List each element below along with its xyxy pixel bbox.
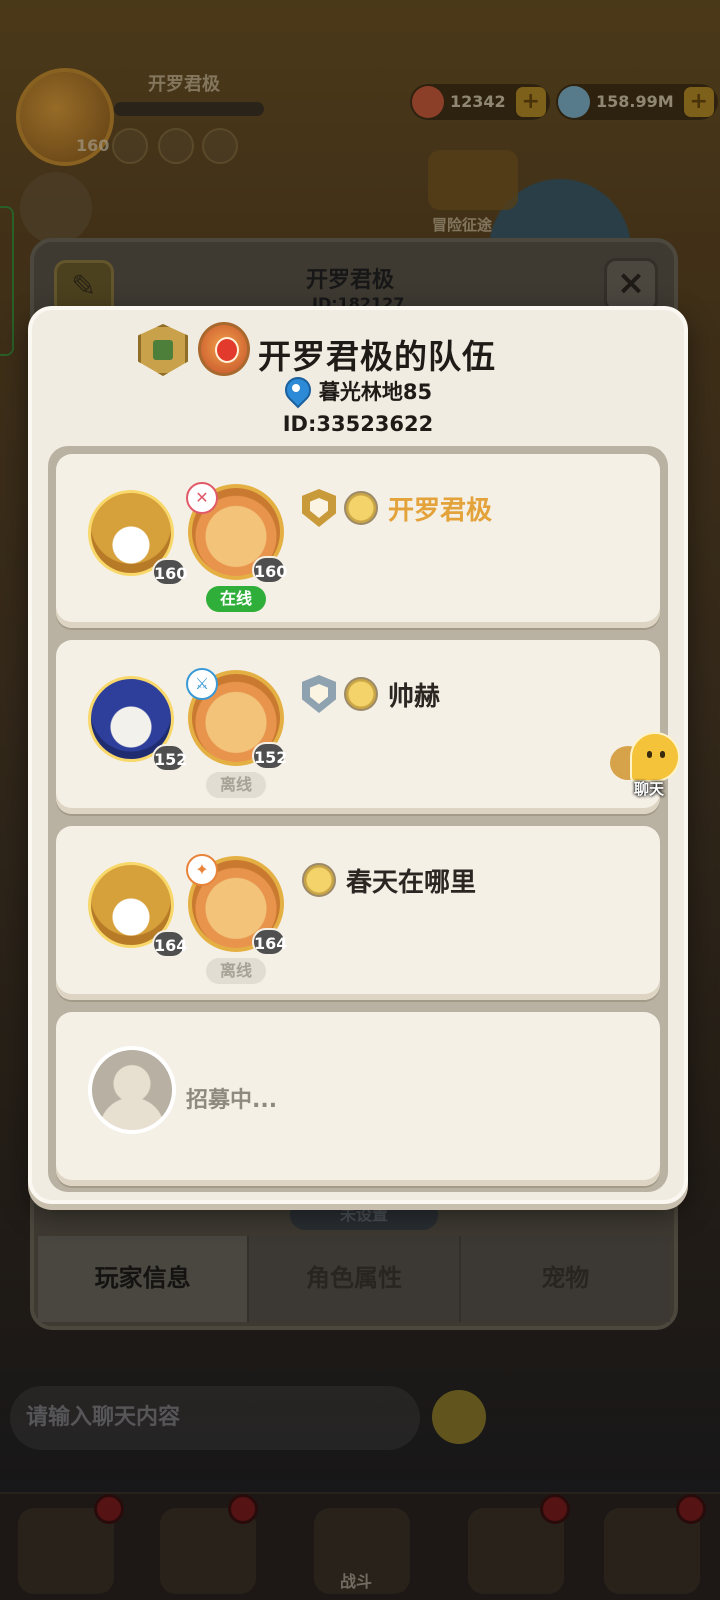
pet-class-icon: ✕ (186, 482, 218, 514)
member-card[interactable]: 152 ⚔ 152 离线 帅赫 (56, 640, 660, 814)
member-name: 开罗君极 (388, 495, 493, 526)
member-card[interactable]: 160 ✕ 160 在线 开罗君极 (56, 454, 660, 628)
member-name: 帅赫 (388, 681, 441, 712)
team-modal: 开罗君极的队伍 暮光林地85 ID:33523622 160 ✕ 160 在线 … (28, 306, 688, 1204)
team-title: 开罗君极的队伍 (258, 337, 496, 376)
member-name: 春天在哪里 (346, 867, 477, 898)
pet-class-icon: ⚔ (186, 668, 218, 700)
guild-badge-icon (198, 322, 250, 376)
emote-icon (344, 491, 378, 525)
silver-shield-icon (302, 675, 336, 713)
status-badge: 离线 (206, 958, 266, 984)
placeholder-avatar (88, 1046, 176, 1134)
pet-class-icon: ✦ (186, 854, 218, 886)
chat-label: 聊天 (633, 780, 664, 798)
team-id: ID:33523622 (282, 412, 434, 436)
modal-header: 开罗君极的队伍 暮光林地85 ID:33523622 (32, 310, 684, 442)
emote-icon (302, 863, 336, 897)
location-pin-icon (284, 377, 308, 405)
member-name-row: 开罗君极 (302, 488, 492, 528)
pet-level-badge: 164 (252, 928, 287, 956)
status-badge: 在线 (206, 586, 266, 612)
pet-level-badge: 152 (252, 742, 287, 770)
emote-icon (344, 677, 378, 711)
member-name-row: 帅赫 (302, 674, 440, 714)
member-list: 160 ✕ 160 在线 开罗君极 152 ⚔ 152 离线 帅赫 164 ✦ … (48, 446, 668, 1192)
status-badge: 离线 (206, 772, 266, 798)
recruiting-label: 招募中... (186, 1088, 278, 1113)
member-card[interactable]: 164 ✦ 164 离线 春天在哪里 (56, 826, 660, 1000)
rank-badge-icon (138, 324, 188, 376)
chat-bubble-icon (630, 732, 680, 782)
hero-level-badge: 164 (152, 930, 187, 958)
team-location: 暮光林地85 (32, 376, 684, 406)
chat-button[interactable]: 聊天 (608, 732, 690, 806)
hero-level-badge: 160 (152, 558, 187, 586)
pet-level-badge: 160 (252, 556, 287, 584)
recruit-slot[interactable]: 招募中... (56, 1012, 660, 1186)
gold-shield-icon (302, 489, 336, 527)
hero-level-badge: 152 (152, 744, 187, 772)
location-text: 暮光林地85 (318, 380, 433, 404)
member-name-row: 春天在哪里 (302, 860, 476, 900)
